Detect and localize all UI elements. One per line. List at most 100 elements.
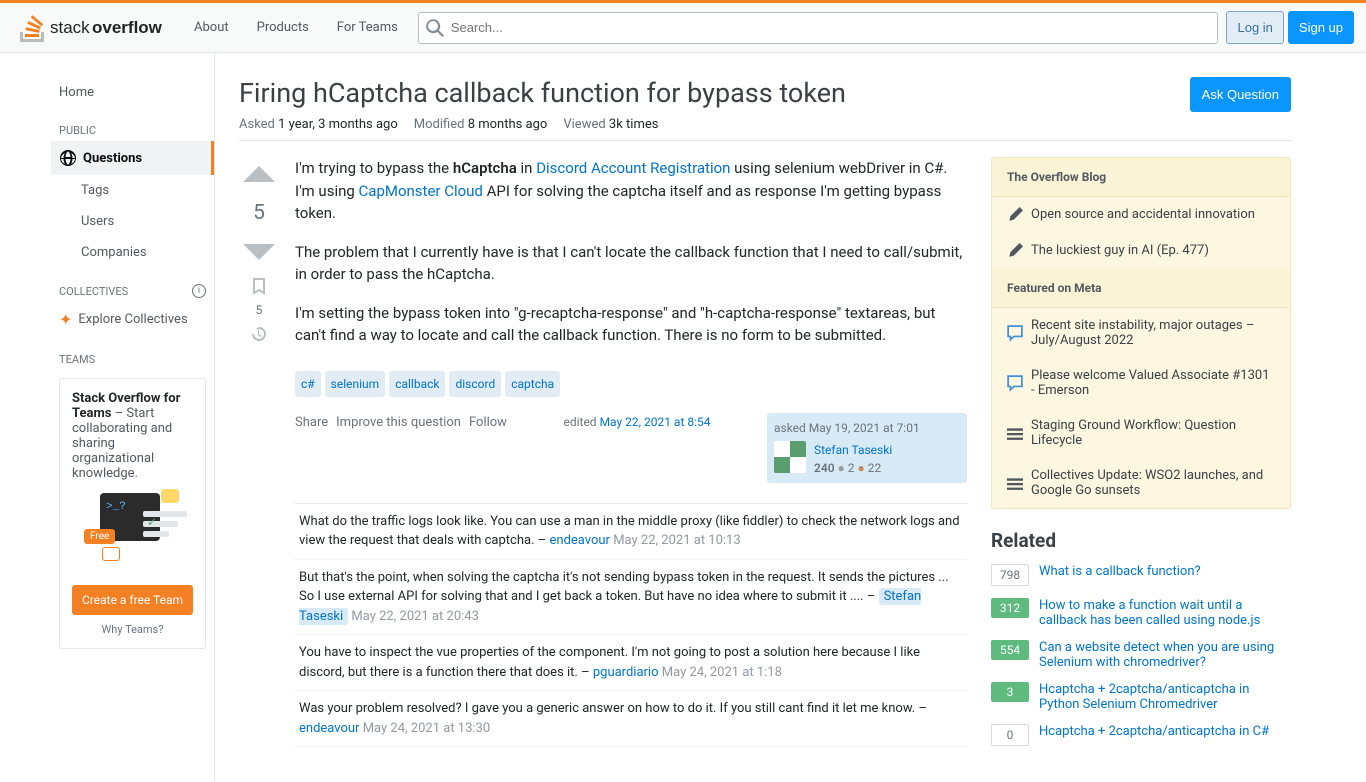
related-link[interactable]: Can a website detect when you are using …	[1039, 640, 1291, 670]
bookmark-icon[interactable]	[250, 277, 268, 295]
comment-time: May 24, 2021 at 1:18	[662, 665, 782, 680]
nav-heading-teams: TEAMS	[51, 337, 214, 370]
blog-item[interactable]: Open source and accidental innovation	[992, 197, 1290, 233]
comment: Was your problem resolved? I gave you a …	[295, 691, 967, 747]
related-item: 0 Hcaptcha + 2captcha/anticaptcha in C#	[991, 724, 1291, 746]
modified-label: Modified	[414, 117, 465, 132]
teams-illustration: >_? Free ✓	[72, 493, 193, 573]
modified-value: 8 months ago	[468, 117, 548, 132]
downvote-button[interactable]	[241, 233, 277, 269]
tag-discord[interactable]: discord	[449, 371, 501, 397]
meta-item[interactable]: Recent site instability, major outages –…	[992, 308, 1290, 358]
header-buttons: Log in Sign up	[1226, 11, 1354, 44]
meta-item[interactable]: Staging Ground Workflow: Question Lifecy…	[992, 408, 1290, 458]
link-capmonster[interactable]: CapMonster Cloud	[359, 182, 483, 200]
why-teams-link[interactable]: Why Teams?	[72, 623, 193, 636]
nav-products[interactable]: Products	[245, 14, 321, 41]
comment: But that's the point, when solving the c…	[295, 560, 967, 636]
featured-meta-header: Featured on Meta	[992, 269, 1290, 308]
post-actions: Share Improve this question Follow edite…	[295, 413, 967, 483]
nav-users[interactable]: Users	[51, 206, 214, 237]
user-name-link[interactable]: Stefan Taseski	[814, 443, 892, 457]
related-count: 0	[991, 724, 1029, 746]
nav-companies[interactable]: Companies	[51, 237, 214, 268]
vote-column: 5 5	[239, 157, 279, 747]
nav-home[interactable]: Home	[51, 77, 214, 108]
asked-label: Asked	[239, 117, 275, 132]
login-button[interactable]: Log in	[1226, 11, 1283, 44]
post-p3: I'm setting the bypass token into "g-rec…	[295, 302, 967, 347]
tag-csharp[interactable]: c#	[295, 371, 321, 397]
improve-link[interactable]: Improve this question	[336, 413, 461, 433]
bookmark-count: 5	[256, 303, 263, 317]
related-link[interactable]: How to make a function wait until a call…	[1039, 598, 1291, 628]
logo-link[interactable]: stack overflow	[12, 3, 178, 52]
related-item: 798 What is a callback function?	[991, 564, 1291, 586]
question-meta: Asked 1 year, 3 months ago Modified 8 mo…	[239, 117, 1291, 141]
related-item: 312How to make a function wait until a c…	[991, 598, 1291, 628]
nav-tags[interactable]: Tags	[51, 175, 214, 206]
comment: What do the traffic logs look like. You …	[295, 504, 967, 560]
speech-icon	[1007, 318, 1023, 348]
nav-questions[interactable]: Questions	[51, 141, 214, 175]
create-team-button[interactable]: Create a free Team	[72, 585, 193, 615]
qa-column: 5 5 I'm trying to bypass the hCaptcha in…	[239, 157, 967, 758]
related-heading: Related	[991, 529, 1291, 552]
tag-selenium[interactable]: selenium	[325, 371, 386, 397]
comment: You have to inspect the vue properties o…	[295, 635, 967, 691]
comment-user-link[interactable]: pguardiario	[593, 665, 659, 680]
stack-icon	[1007, 418, 1023, 448]
related-list: 798 What is a callback function? 312How to…	[991, 564, 1291, 746]
blog-item[interactable]: The luckiest guy in AI (Ep. 477)	[992, 233, 1290, 269]
viewed-value: 3k times	[609, 117, 659, 132]
user-card: asked May 19, 2021 at 7:01 Stefan Tasesk…	[767, 413, 967, 483]
vote-count: 5	[253, 201, 265, 225]
comment-user-link[interactable]: endeavour	[299, 721, 359, 736]
star-burst-icon: ✦	[59, 310, 72, 329]
free-badge: Free	[84, 529, 115, 544]
nav-heading-collectives: COLLECTIVES i	[51, 268, 214, 302]
upvote-button[interactable]	[241, 157, 277, 193]
share-link[interactable]: Share	[295, 413, 328, 433]
meta-item[interactable]: Please welcome Valued Associate #1301 - …	[992, 358, 1290, 408]
info-icon[interactable]: i	[192, 284, 206, 298]
related-item: 554 Can a website detect when you are usi…	[991, 640, 1291, 670]
signup-button[interactable]: Sign up	[1288, 11, 1354, 44]
nav-for-teams[interactable]: For Teams	[325, 14, 410, 41]
pencil-icon	[1007, 243, 1023, 259]
user-rep: 240	[814, 461, 835, 475]
link-discord-reg[interactable]: Discord Account Registration	[536, 159, 730, 177]
edited-box[interactable]: edited May 22, 2021 at 8:54	[563, 413, 710, 431]
tag-captcha[interactable]: captcha	[505, 371, 560, 397]
history-icon[interactable]	[250, 325, 268, 343]
tag-list: c# selenium callback discord captcha	[295, 371, 967, 397]
globe-icon	[59, 149, 77, 167]
meta-item[interactable]: Collectives Update: WSO2 launches, and G…	[992, 458, 1290, 508]
overflow-blog-header: The Overflow Blog	[992, 158, 1290, 197]
asked-value: 1 year, 3 months ago	[278, 117, 398, 132]
search-wrap	[418, 12, 1219, 44]
related-count: 798	[991, 564, 1029, 586]
post-p2: The problem that I currently have is tha…	[295, 241, 967, 286]
collectives-label: COLLECTIVES	[59, 285, 128, 298]
related-count: 554	[991, 640, 1029, 660]
svg-text:overflow: overflow	[92, 18, 163, 37]
post-body: I'm trying to bypass the hCaptcha in Dis…	[295, 157, 967, 747]
viewed-label: Viewed	[563, 117, 605, 132]
main-content: Firing hCaptcha callback function for by…	[215, 53, 1315, 782]
related-link[interactable]: Hcaptcha + 2captcha/anticaptcha in Pytho…	[1039, 682, 1291, 712]
pencil-icon	[1007, 207, 1023, 223]
related-link[interactable]: Hcaptcha + 2captcha/anticaptcha in C#	[1039, 724, 1269, 739]
related-link[interactable]: What is a callback function?	[1039, 564, 1201, 579]
comment-user-link[interactable]: endeavour	[550, 533, 610, 548]
question-header: Firing hCaptcha callback function for by…	[239, 77, 1291, 117]
ask-question-button[interactable]: Ask Question	[1190, 77, 1291, 112]
follow-link[interactable]: Follow	[469, 413, 507, 433]
nav-explore-collectives[interactable]: ✦ Explore Collectives	[51, 302, 214, 337]
related-item: 3Hcaptcha + 2captcha/anticaptcha in Pyth…	[991, 682, 1291, 712]
nav-about[interactable]: About	[182, 14, 241, 41]
search-input[interactable]	[418, 12, 1219, 44]
tag-callback[interactable]: callback	[389, 371, 445, 397]
nav-heading-public: PUBLIC	[51, 108, 214, 141]
avatar[interactable]	[774, 441, 806, 473]
